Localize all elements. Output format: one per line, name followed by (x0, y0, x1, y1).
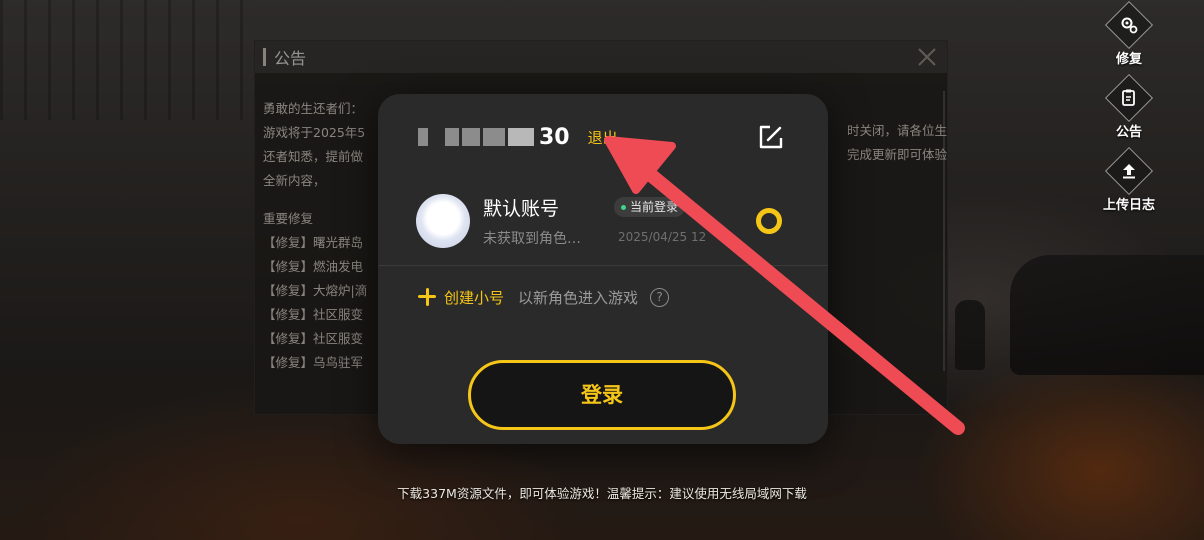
side-toolbar: 修复 公告 上传日志 (1098, 0, 1160, 227)
current-login-badge: 当前登录 (614, 197, 686, 217)
upload-log-button[interactable]: 上传日志 (1098, 146, 1160, 213)
account-list-item[interactable]: 默认账号 当前登录 未获取到角色… 2025/04/25 12 (416, 190, 796, 252)
account-role-status: 未获取到角色… (483, 231, 581, 247)
account-selected-radio[interactable] (756, 208, 782, 234)
account-id-suffix: 30 (539, 124, 570, 150)
announcement-button[interactable]: 公告 (1098, 73, 1160, 140)
avatar (416, 194, 470, 248)
divider (378, 265, 828, 266)
upload-log-label: 上传日志 (1102, 198, 1155, 213)
clipboard-icon (1122, 89, 1135, 106)
create-alt-account-desc: 以新角色进入游戏 (518, 288, 639, 307)
account-dialog: 30 退出 默认账号 当前登录 未获取到角色… 2025/04/25 12 创建… (378, 94, 828, 444)
create-alt-account-row: 创建小号 以新角色进入游戏 ? (418, 284, 670, 310)
upload-icon (1123, 164, 1135, 179)
mask-block (483, 128, 505, 146)
account-last-login: 2025/04/25 12 (618, 230, 707, 244)
mask-block (445, 128, 459, 146)
diamond-frame (1104, 0, 1154, 50)
logout-link[interactable]: 退出 (588, 127, 618, 148)
plus-icon[interactable] (418, 288, 436, 306)
announcement-label: 公告 (1115, 125, 1142, 140)
login-button[interactable]: 登录 (468, 360, 736, 430)
current-account-row: 30 退出 (418, 120, 618, 154)
gears-icon (1121, 17, 1138, 34)
edit-icon[interactable] (756, 122, 786, 152)
repair-button[interactable]: 修复 (1098, 0, 1160, 67)
mask-block (418, 128, 428, 146)
help-icon[interactable]: ? (650, 287, 670, 307)
mask-block (462, 128, 480, 146)
create-alt-account-link[interactable]: 创建小号 (444, 287, 504, 308)
account-name: 默认账号 (483, 198, 560, 220)
repair-label: 修复 (1115, 52, 1142, 67)
masked-account-id (418, 128, 537, 146)
download-tip: 下载337M资源文件，即可体验游戏！温馨提示：建议使用无线局域网下载 (397, 486, 807, 501)
diamond-frame (1104, 146, 1154, 196)
diamond-frame (1104, 73, 1154, 123)
mask-block (508, 128, 534, 146)
